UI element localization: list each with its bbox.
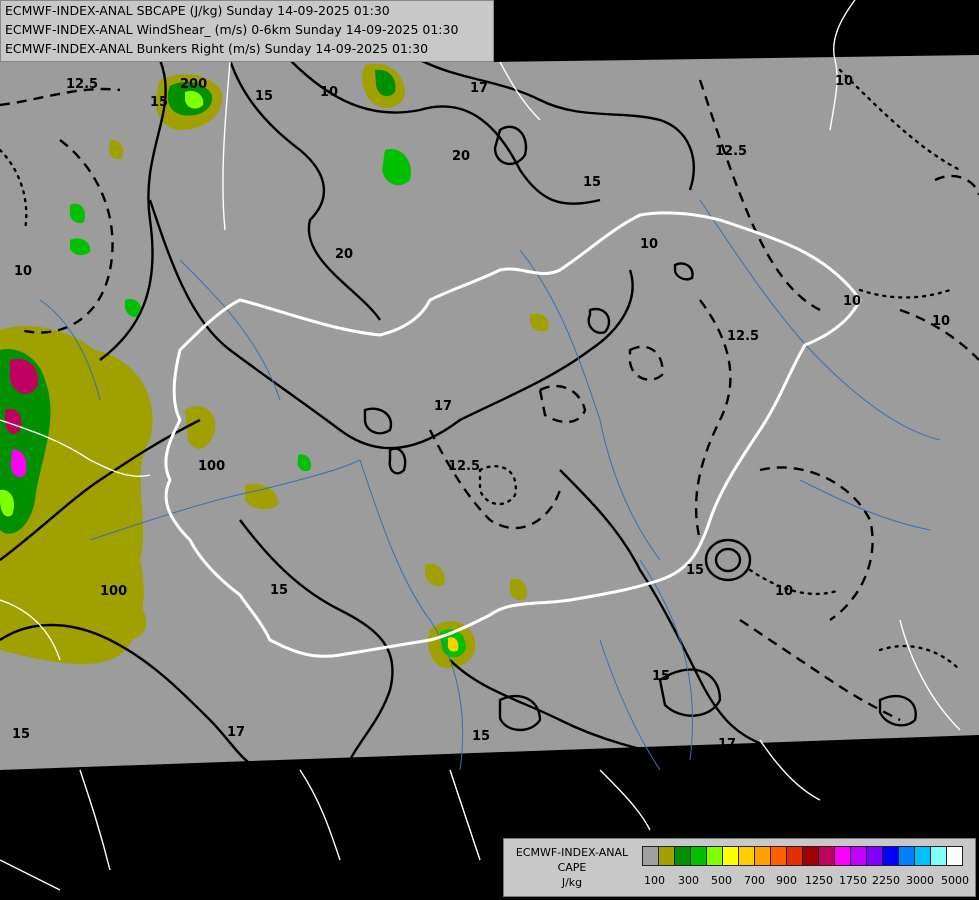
legend-swatch xyxy=(930,846,947,866)
legend-title: ECMWF-INDEX-ANAL CAPE J/kg xyxy=(508,845,636,890)
contour-label: 15 xyxy=(12,727,30,742)
legend-tick: 2250 xyxy=(872,874,900,887)
legend-tick: 5000 xyxy=(941,874,969,887)
contour-label: 200 xyxy=(180,77,207,92)
legend-swatches xyxy=(642,846,963,868)
contour-label: 10 xyxy=(775,584,793,599)
legend-swatch xyxy=(946,846,963,866)
legend-swatch xyxy=(674,846,691,866)
legend-swatch xyxy=(898,846,915,866)
contour-label: 15 xyxy=(255,89,273,104)
legend-title-variable: CAPE xyxy=(557,861,587,874)
legend-swatch xyxy=(802,846,819,866)
legend-swatch xyxy=(722,846,739,866)
header-line-windshear: ECMWF-INDEX-ANAL WindShear_ (m/s) 0-6km … xyxy=(5,22,459,37)
legend-tick: 100 xyxy=(644,874,665,887)
contour-label: 100 xyxy=(198,459,225,474)
weather-map: 12.5 200 15 15 10 17 20 15 12.5 10 20 10… xyxy=(0,0,979,891)
legend-tick: 1750 xyxy=(839,874,867,887)
legend-tick: 3000 xyxy=(906,874,934,887)
legend-tick: 300 xyxy=(678,874,699,887)
contour-label: 20 xyxy=(335,247,353,262)
contour-label: 10 xyxy=(835,74,853,89)
contour-label: 12.5 xyxy=(727,329,759,344)
legend-swatch xyxy=(706,846,723,866)
contour-label: 20 xyxy=(452,149,470,164)
contour-label: 12.5 xyxy=(66,77,98,92)
legend-swatch xyxy=(850,846,867,866)
legend-swatch xyxy=(866,846,883,866)
contour-label: 15 xyxy=(270,583,288,598)
legend-swatch xyxy=(738,846,755,866)
legend-swatch xyxy=(834,846,851,866)
legend-swatch xyxy=(882,846,899,866)
contour-label: 17 xyxy=(434,399,452,414)
legend-title-source: ECMWF-INDEX-ANAL xyxy=(515,846,629,859)
legend-swatch xyxy=(642,846,659,866)
contour-label: 17 xyxy=(227,725,245,740)
contour-label: 15 xyxy=(583,175,601,190)
contour-label: 10 xyxy=(932,314,950,329)
cape-legend: ECMWF-INDEX-ANAL CAPE J/kg 100 300 500 7… xyxy=(503,838,976,897)
contour-label: 15 xyxy=(686,563,704,578)
contour-label: 12.5 xyxy=(448,459,480,474)
contour-label: 17 xyxy=(470,81,488,96)
legend-tick: 1250 xyxy=(805,874,833,887)
contour-label: 10 xyxy=(320,85,338,100)
legend-swatch xyxy=(754,846,771,866)
contour-label: 17 xyxy=(718,737,736,752)
legend-swatch xyxy=(914,846,931,866)
legend-swatch xyxy=(658,846,675,866)
legend-ticks: 100 300 500 700 900 1250 1750 2250 3000 … xyxy=(642,874,972,888)
contour-label: 15 xyxy=(150,95,168,110)
legend-swatch xyxy=(770,846,787,866)
header-line-sbcape: ECMWF-INDEX-ANAL SBCAPE (J/kg) Sunday 14… xyxy=(5,3,390,18)
contour-label: 15 xyxy=(472,729,490,744)
contour-label: 10 xyxy=(843,294,861,309)
legend-tick: 500 xyxy=(711,874,732,887)
contour-label: 100 xyxy=(100,584,127,599)
contour-label: 12.5 xyxy=(715,144,747,159)
map-header: ECMWF-INDEX-ANAL SBCAPE (J/kg) Sunday 14… xyxy=(0,0,494,62)
contour-label: 10 xyxy=(640,237,658,252)
legend-tick: 700 xyxy=(744,874,765,887)
contour-label: 15 xyxy=(652,669,670,684)
legend-swatch xyxy=(818,846,835,866)
header-line-bunkers: ECMWF-INDEX-ANAL Bunkers Right (m/s) Sun… xyxy=(5,41,429,56)
legend-swatch xyxy=(690,846,707,866)
legend-tick: 900 xyxy=(776,874,797,887)
legend-swatch xyxy=(786,846,803,866)
legend-title-unit: J/kg xyxy=(561,876,583,889)
contour-label: 10 xyxy=(14,264,32,279)
